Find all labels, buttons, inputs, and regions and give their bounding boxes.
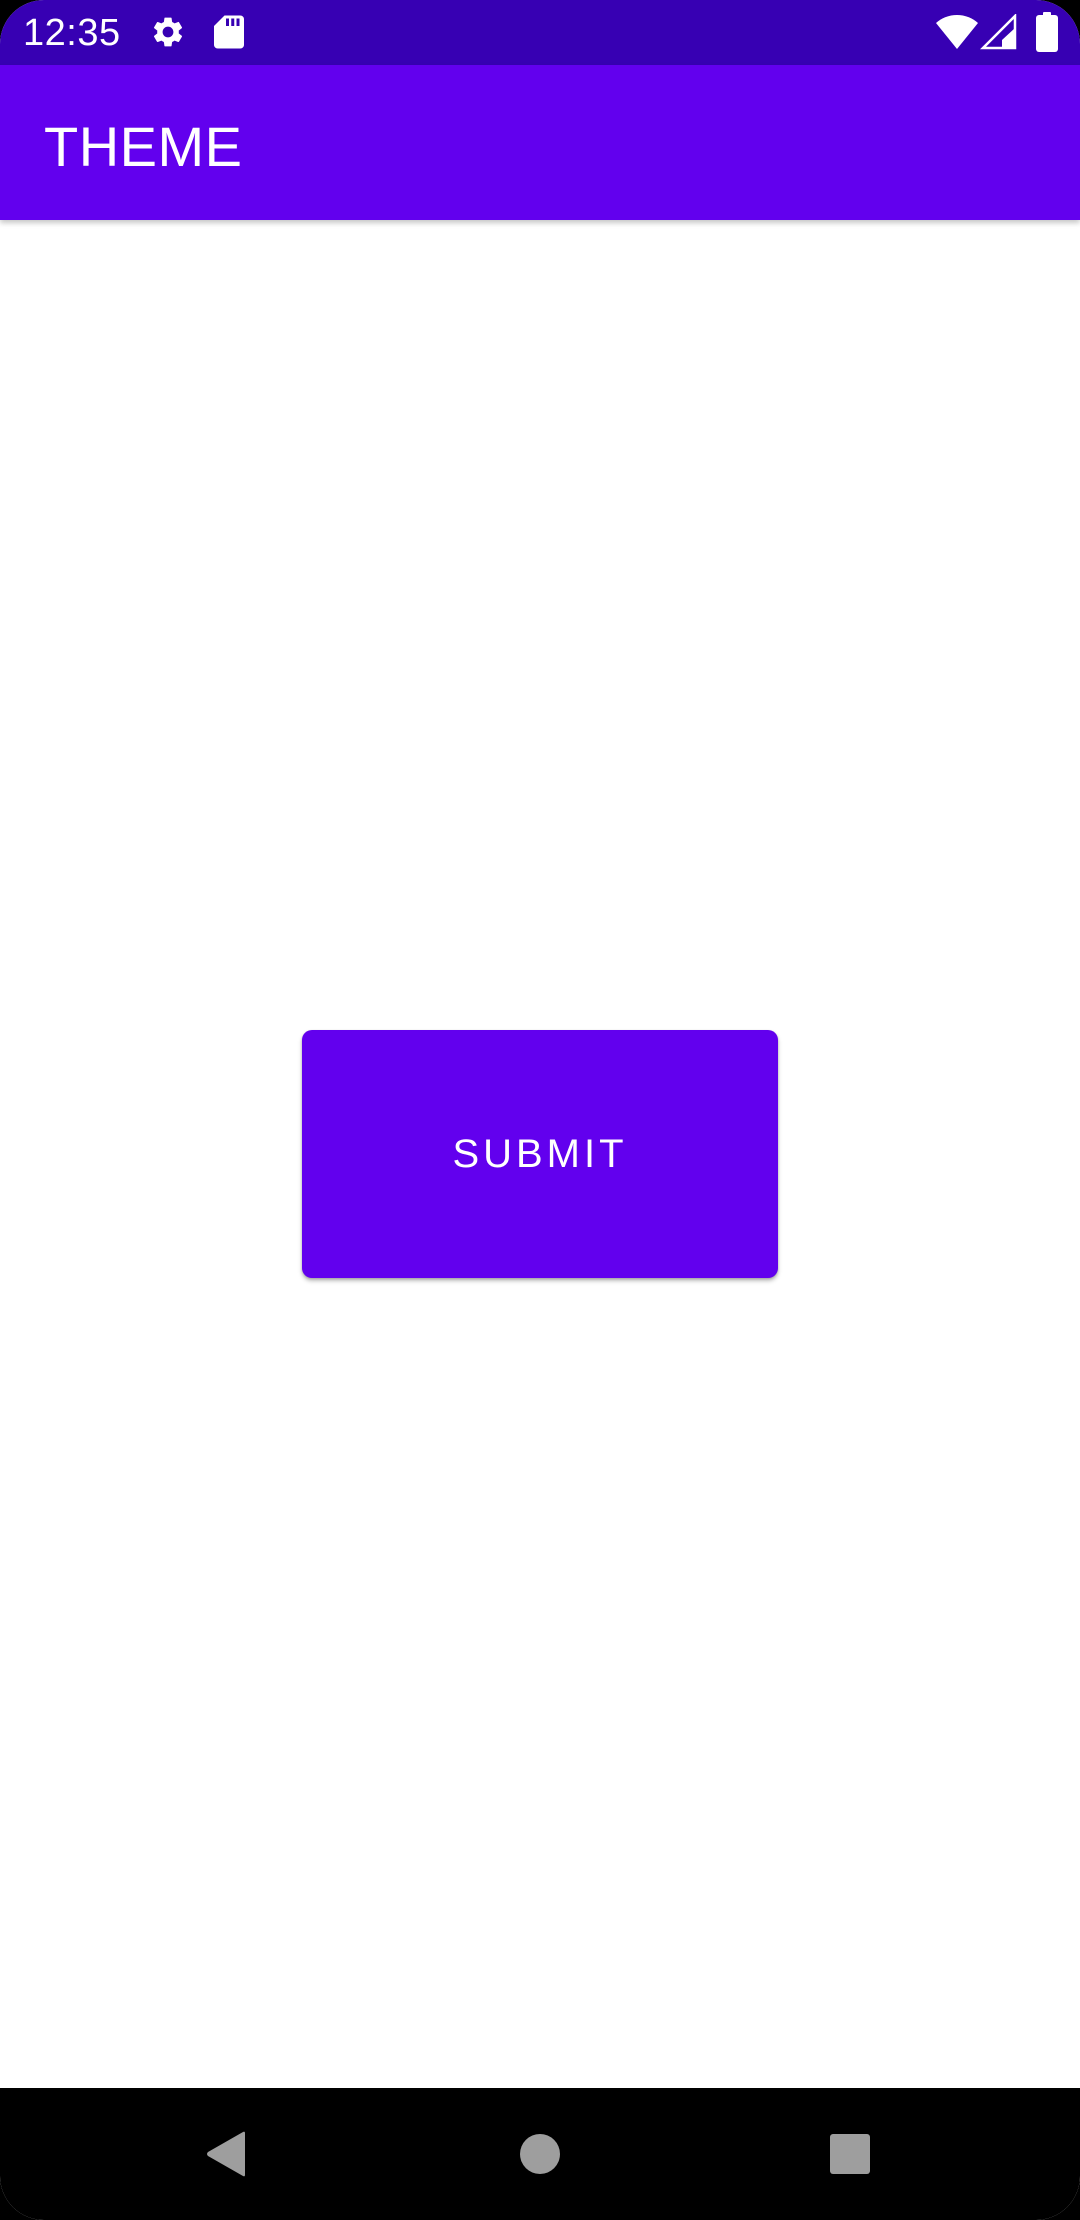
submit-button[interactable]: SUBMIT bbox=[302, 1030, 778, 1278]
status-bar: 12:35 bbox=[0, 0, 1080, 65]
nav-home-button[interactable] bbox=[460, 2088, 620, 2220]
cell-signal-icon bbox=[980, 14, 1017, 50]
nav-back-button[interactable] bbox=[146, 2088, 306, 2220]
recents-icon bbox=[830, 2134, 870, 2174]
app-title: THEME bbox=[44, 115, 243, 178]
submit-button-label: SUBMIT bbox=[452, 1131, 628, 1176]
settings-gear-icon bbox=[153, 17, 183, 47]
battery-icon bbox=[1036, 12, 1058, 52]
main-content: SUBMIT bbox=[0, 220, 1080, 2088]
wifi-icon bbox=[936, 15, 978, 49]
navigation-bar bbox=[0, 2088, 1080, 2220]
back-icon bbox=[207, 2131, 245, 2177]
home-icon bbox=[520, 2134, 560, 2174]
nav-recents-button[interactable] bbox=[770, 2088, 930, 2220]
status-time: 12:35 bbox=[23, 12, 121, 54]
app-bar: THEME bbox=[0, 65, 1080, 220]
sd-card-icon bbox=[214, 15, 244, 49]
app-screen: 12:35 THEME SUBMIT bbox=[0, 0, 1080, 2220]
